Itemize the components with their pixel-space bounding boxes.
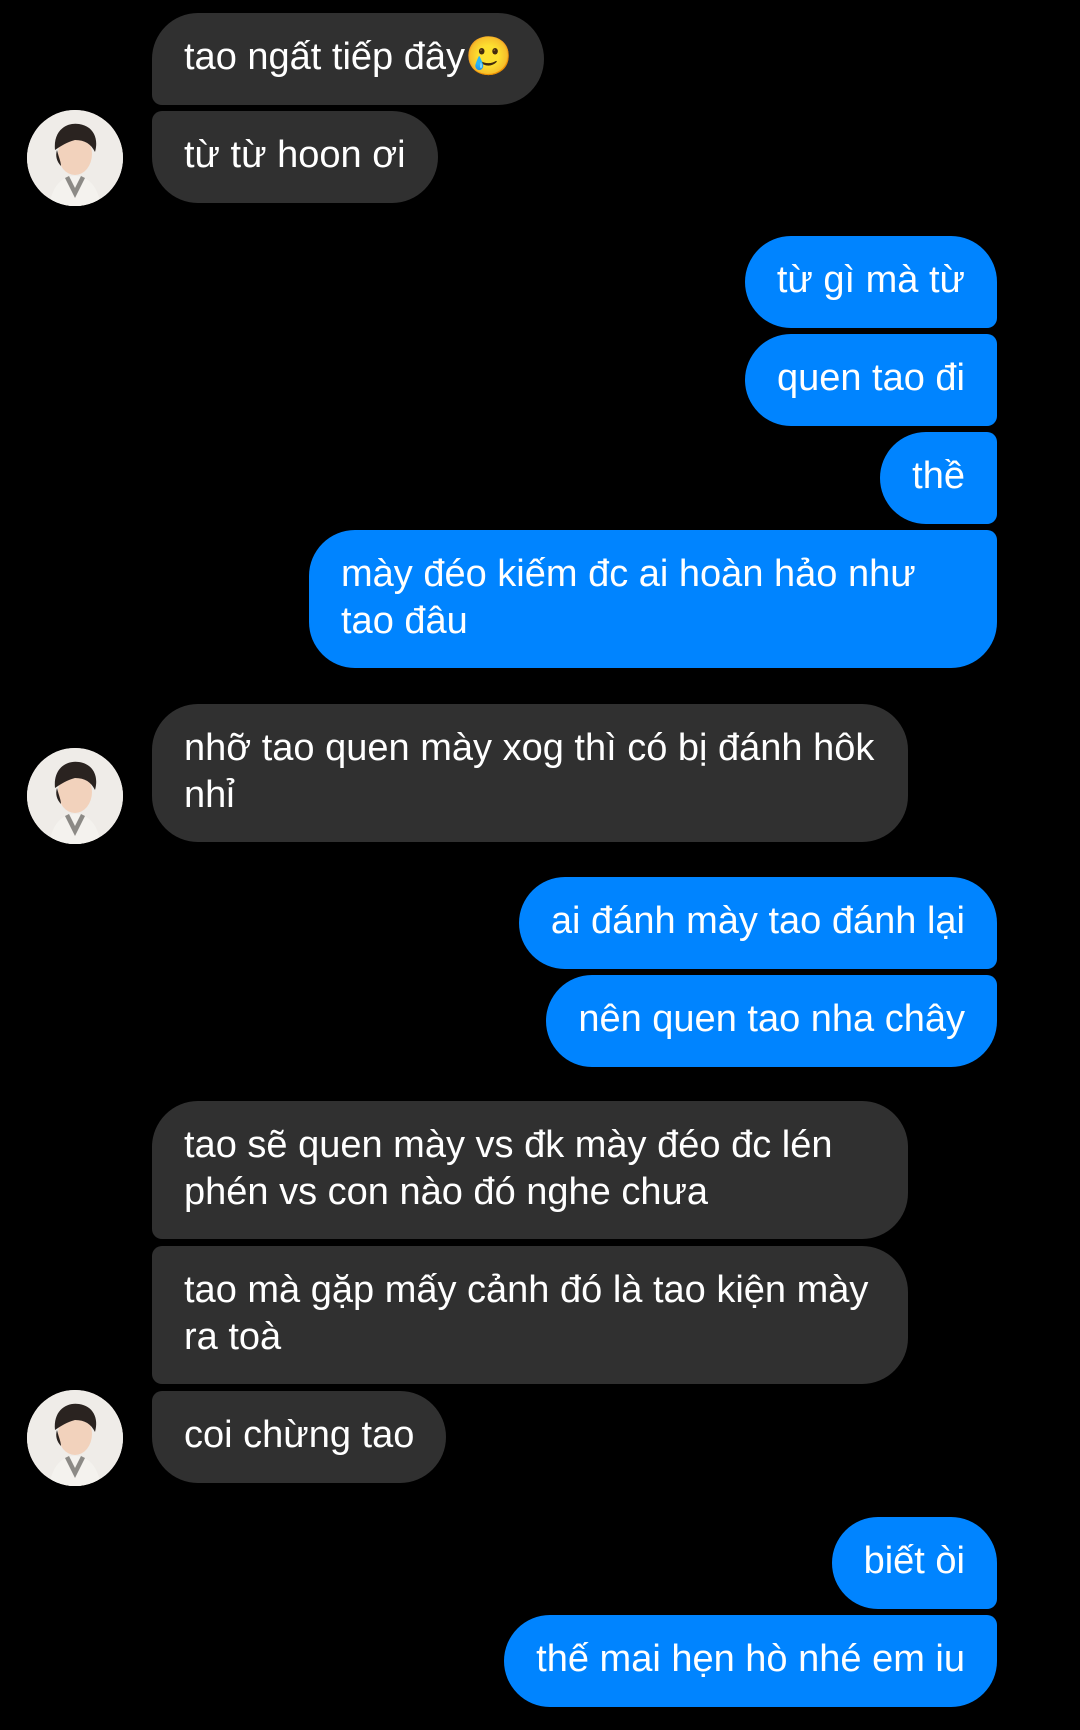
avatar-photo-icon [27, 1390, 123, 1486]
contact-avatar[interactable] [27, 1390, 123, 1486]
outgoing-message[interactable]: mày đéo kiếm đc ai hoàn hảo như tao đâu [309, 530, 997, 668]
incoming-message[interactable]: từ từ hoon ơi [152, 111, 438, 203]
outgoing-message[interactable]: thề [880, 432, 997, 524]
outgoing-message[interactable]: quen tao đi [744, 334, 997, 426]
incoming-message[interactable]: nhỡ tao quen mày xog thì có bị đánh hôk … [152, 704, 908, 842]
incoming-message[interactable]: tao ngất tiếp đây🥲 [152, 13, 545, 105]
incoming-message[interactable]: coi chừng tao [152, 1391, 447, 1483]
incoming-message[interactable]: tao sẽ quen mày vs đk mày đéo đc lén phé… [152, 1101, 908, 1239]
avatar-photo-icon [27, 748, 123, 844]
incoming-message[interactable]: tao mà gặp mấy cảnh đó là tao kiện mày r… [152, 1246, 908, 1384]
outgoing-message[interactable]: thế mai hẹn hò nhé em iu [504, 1615, 997, 1707]
contact-avatar[interactable] [27, 110, 123, 206]
avatar-photo-icon [27, 110, 123, 206]
contact-avatar[interactable] [27, 748, 123, 844]
outgoing-message[interactable]: ai đánh mày tao đánh lại [518, 877, 997, 969]
outgoing-message[interactable]: nên quen tao nha chây [546, 975, 997, 1067]
outgoing-message[interactable]: biết òi [831, 1517, 997, 1609]
outgoing-message[interactable]: từ gì mà từ [744, 236, 997, 328]
